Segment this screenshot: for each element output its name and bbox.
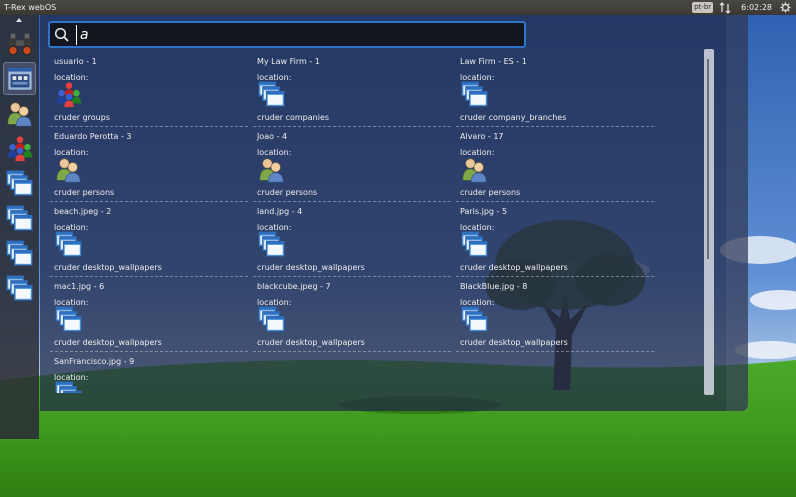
result-title: Alvaro - 17 — [460, 132, 504, 141]
result-item[interactable]: BlackBlue.jpg - 8 location: cruder desktop… — [456, 278, 654, 352]
result-item[interactable]: mac1.jpg - 6 location: cruder desktop_wall… — [50, 278, 248, 352]
result-item[interactable]: Eduardo Perotta - 3 location: cruder perso… — [50, 128, 248, 202]
result-type: cruder persons — [257, 188, 318, 197]
dash-panel: usuario - 1location:cruder groupsMy Law … — [40, 15, 748, 411]
launcher-item-windows-4[interactable] — [3, 272, 36, 305]
windows-icon — [55, 306, 82, 332]
network-arrows-icon[interactable] — [719, 1, 731, 14]
clock[interactable]: 6:02:28 — [741, 3, 772, 12]
windows-icon — [5, 274, 33, 301]
groups-icon — [56, 82, 82, 108]
result-type: cruder desktop_wallpapers — [54, 263, 162, 272]
result-item[interactable]: SanFrancisco.jpg - 9 location: — [50, 353, 248, 393]
result-title: Joao - 4 — [257, 132, 288, 141]
result-type: cruder desktop_wallpapers — [257, 338, 365, 347]
binoculars-icon — [7, 33, 32, 55]
result-item[interactable]: Alvaro - 17 location: cruder persons — [456, 128, 654, 202]
search-results: usuario - 1 location: cruder groups My Law … — [50, 53, 710, 393]
launcher-item-windows-2[interactable] — [3, 202, 36, 235]
dash-window-icon — [6, 66, 33, 91]
launcher-scroll-up-arrow[interactable] — [16, 18, 22, 22]
windows-icon — [461, 306, 488, 332]
launcher-item-groups[interactable] — [3, 132, 36, 165]
launcher-item-dash[interactable] — [3, 62, 36, 95]
launcher-item-windows-3[interactable] — [3, 237, 36, 270]
result-type: cruder persons — [460, 188, 521, 197]
persons-icon — [56, 158, 81, 183]
search-icon — [54, 27, 69, 42]
windows-icon — [55, 231, 82, 257]
windows-icon — [461, 231, 488, 257]
result-type: cruder desktop_wallpapers — [460, 263, 568, 272]
result-type: cruder persons — [54, 188, 115, 197]
result-item[interactable]: My Law Firm - 1 location: cruder companies — [253, 53, 451, 127]
language-indicator[interactable]: pt-br — [692, 2, 714, 13]
windows-icon — [5, 169, 33, 196]
result-title: blackcube.jpeg - 7 — [257, 282, 331, 291]
launcher — [0, 15, 39, 439]
scrollbar-thumb[interactable] — [707, 59, 709, 259]
results-scrollbar[interactable] — [704, 49, 714, 395]
groups-icon — [7, 135, 32, 161]
result-type: cruder desktop_wallpapers — [257, 263, 365, 272]
result-item[interactable]: blackcube.jpeg - 7 location: cruder deskto… — [253, 278, 451, 352]
gear-icon[interactable] — [780, 2, 791, 13]
persons-icon — [259, 158, 284, 183]
result-type: cruder desktop_wallpapers — [460, 338, 568, 347]
result-title: land.jpg - 4 — [257, 207, 303, 216]
search-input[interactable] — [76, 24, 496, 45]
result-item[interactable]: land.jpg - 4 location: cruder desktop_wall… — [253, 203, 451, 277]
result-title: Law Firm - ES - 1 — [460, 57, 527, 66]
result-type: cruder groups — [54, 113, 110, 122]
result-item[interactable]: Law Firm - ES - 1 location: cruder company… — [456, 53, 654, 127]
result-item[interactable]: Paris.jpg - 5 location: cruder desktop_wal… — [456, 203, 654, 277]
persons-icon — [7, 102, 31, 126]
result-title: Eduardo Perotta - 3 — [54, 132, 132, 141]
windows-icon — [5, 239, 33, 266]
top-panel: T-Rex webOS pt-br 6:02:28 — [0, 0, 796, 15]
launcher-item-windows-1[interactable] — [3, 167, 36, 200]
indicator-area: pt-br 6:02:28 — [692, 0, 796, 15]
result-item[interactable]: beach.jpeg - 2 location: cruder desktop_wa… — [50, 203, 248, 277]
result-title: My Law Firm - 1 — [257, 57, 320, 66]
result-type: cruder companies — [257, 113, 330, 122]
windows-icon — [258, 231, 285, 257]
persons-icon — [462, 158, 487, 183]
result-title: beach.jpeg - 2 — [54, 207, 112, 216]
result-title: SanFrancisco.jpg - 9 — [54, 357, 135, 366]
result-title: BlackBlue.jpg - 8 — [460, 282, 528, 291]
windows-icon — [5, 204, 33, 231]
windows-icon — [258, 306, 285, 332]
result-type: cruder company_branches — [460, 113, 567, 122]
result-item[interactable]: Joao - 4 location: cruder persons — [253, 128, 451, 202]
dash-edge — [726, 15, 748, 411]
result-item[interactable]: usuario - 1 location: cruder groups — [50, 53, 248, 127]
launcher-item-binoculars[interactable] — [3, 27, 36, 60]
launcher-item-persons[interactable] — [3, 97, 36, 130]
windows-icon — [461, 81, 488, 107]
result-title: Paris.jpg - 5 — [460, 207, 508, 216]
windows-icon — [55, 381, 82, 393]
search-box[interactable] — [48, 21, 526, 48]
app-title: T-Rex webOS — [4, 3, 57, 12]
result-title: mac1.jpg - 6 — [54, 282, 105, 291]
result-title: usuario - 1 — [54, 57, 97, 66]
windows-icon — [258, 81, 285, 107]
result-type: cruder desktop_wallpapers — [54, 338, 162, 347]
